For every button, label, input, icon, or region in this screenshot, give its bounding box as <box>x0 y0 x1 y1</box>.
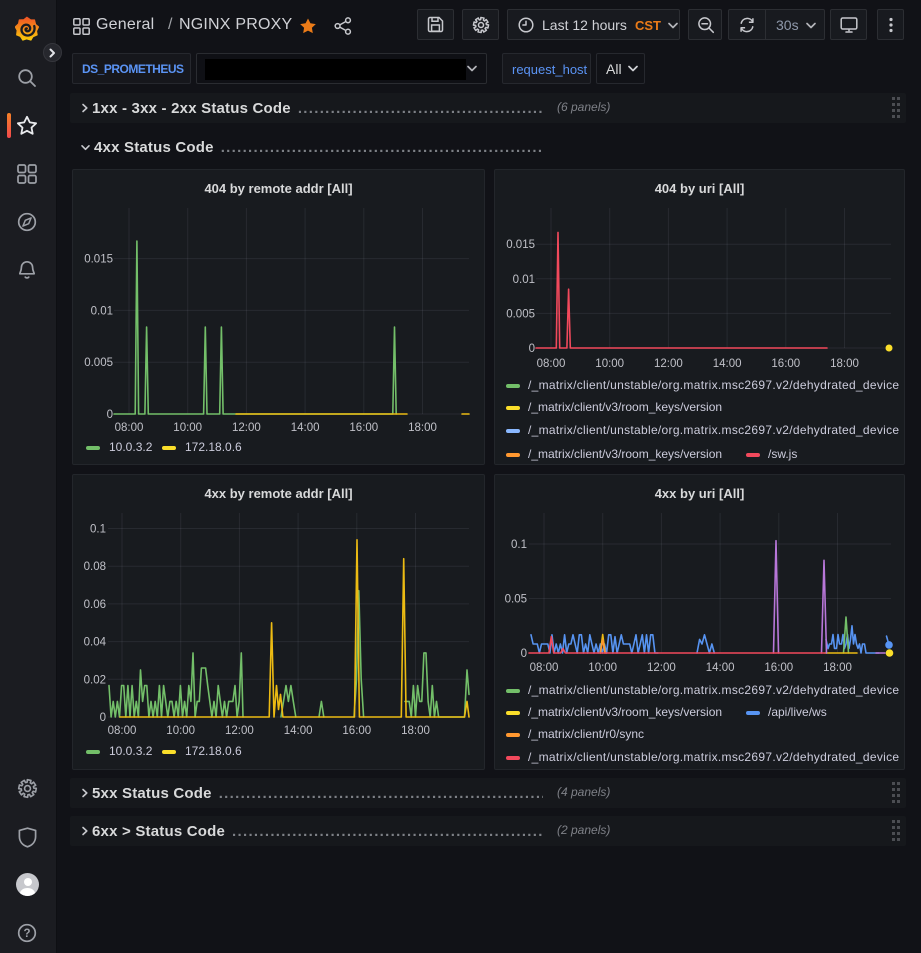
svg-text:18:00: 18:00 <box>830 358 859 370</box>
svg-text:16:00: 16:00 <box>771 358 800 370</box>
svg-text:16:00: 16:00 <box>764 662 793 674</box>
svg-text:0.1: 0.1 <box>90 524 106 536</box>
svg-text:0.06: 0.06 <box>84 599 106 611</box>
svg-text:10:00: 10:00 <box>588 662 617 674</box>
svg-text:12:00: 12:00 <box>647 662 676 674</box>
svg-text:0.005: 0.005 <box>506 308 535 320</box>
svg-text:08:00: 08:00 <box>108 725 137 737</box>
svg-text:12:00: 12:00 <box>654 358 683 370</box>
svg-text:0: 0 <box>521 648 527 660</box>
svg-text:08:00: 08:00 <box>530 662 559 674</box>
svg-text:12:00: 12:00 <box>232 422 261 434</box>
svg-text:12:00: 12:00 <box>225 725 254 737</box>
svg-text:0.04: 0.04 <box>84 637 107 649</box>
svg-text:08:00: 08:00 <box>537 358 566 370</box>
svg-text:0.05: 0.05 <box>505 594 527 606</box>
svg-text:18:00: 18:00 <box>408 422 437 434</box>
svg-text:14:00: 14:00 <box>706 662 735 674</box>
svg-text:08:00: 08:00 <box>115 422 144 434</box>
svg-text:0: 0 <box>100 712 106 724</box>
svg-text:14:00: 14:00 <box>284 725 313 737</box>
svg-text:10:00: 10:00 <box>595 358 624 370</box>
svg-text:0.01: 0.01 <box>513 274 535 286</box>
svg-text:0: 0 <box>529 343 535 355</box>
svg-text:0: 0 <box>107 409 113 421</box>
svg-text:0.1: 0.1 <box>511 539 527 551</box>
svg-text:0.015: 0.015 <box>506 239 535 251</box>
svg-text:0.08: 0.08 <box>84 561 106 573</box>
svg-text:14:00: 14:00 <box>291 422 320 434</box>
svg-text:18:00: 18:00 <box>401 725 430 737</box>
svg-text:10:00: 10:00 <box>166 725 195 737</box>
svg-text:10:00: 10:00 <box>173 422 202 434</box>
svg-text:18:00: 18:00 <box>823 662 852 674</box>
svg-text:?: ? <box>23 928 30 940</box>
svg-text:14:00: 14:00 <box>713 358 742 370</box>
svg-text:0.01: 0.01 <box>91 305 113 317</box>
svg-text:16:00: 16:00 <box>342 725 371 737</box>
svg-text:0.015: 0.015 <box>84 254 113 266</box>
svg-text:0.02: 0.02 <box>84 674 106 686</box>
svg-text:16:00: 16:00 <box>349 422 378 434</box>
svg-text:0.005: 0.005 <box>84 357 113 369</box>
